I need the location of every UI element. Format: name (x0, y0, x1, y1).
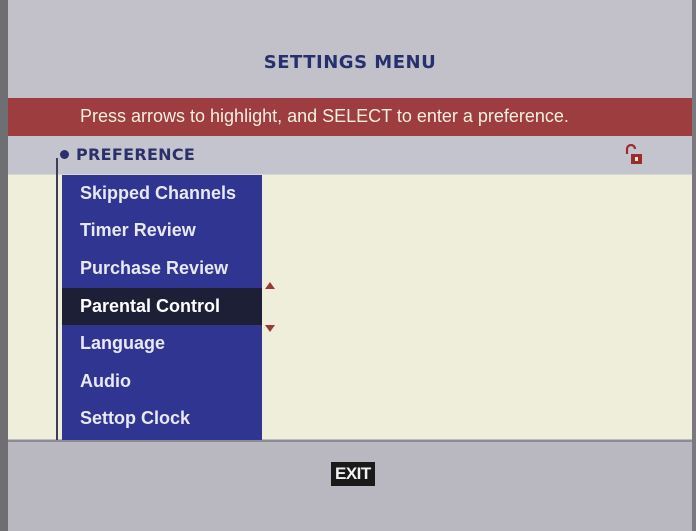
menu-item-timer-review[interactable]: Timer Review (62, 212, 262, 249)
menu-item-purchase-review[interactable]: Purchase Review (62, 250, 262, 287)
menu-item-settop-clock[interactable]: Settop Clock (62, 400, 262, 437)
preference-label: PREFERENCE (76, 145, 196, 164)
screen-frame-left (0, 0, 8, 531)
instruction-text: Press arrows to highlight, and SELECT to… (80, 106, 569, 126)
header: SETTINGS MENU (8, 0, 692, 98)
menu-item-parental-control[interactable]: Parental Control (62, 288, 262, 325)
menu-item-language[interactable]: Language (62, 325, 262, 362)
tree-connector-line (56, 158, 58, 440)
menu-item-audio[interactable]: Audio (62, 363, 262, 400)
triangle-down-icon[interactable] (265, 325, 275, 332)
exit-button[interactable]: EXIT (331, 462, 375, 486)
tree-bullet-icon (60, 150, 69, 159)
triangle-up-icon[interactable] (265, 282, 275, 289)
menu-item-skipped-channels[interactable]: Skipped Channels (62, 175, 262, 212)
preference-bar: PREFERENCE (8, 136, 692, 175)
footer: EXIT (8, 440, 692, 531)
screen-frame-right (692, 0, 696, 531)
preference-list: Skipped Channels Timer Review Purchase R… (62, 175, 262, 441)
page-title: SETTINGS MENU (263, 52, 437, 73)
settings-screen: SETTINGS MENU Press arrows to highlight,… (0, 0, 696, 531)
instruction-bar: Press arrows to highlight, and SELECT to… (8, 98, 692, 136)
unlocked-padlock-icon (625, 143, 642, 164)
